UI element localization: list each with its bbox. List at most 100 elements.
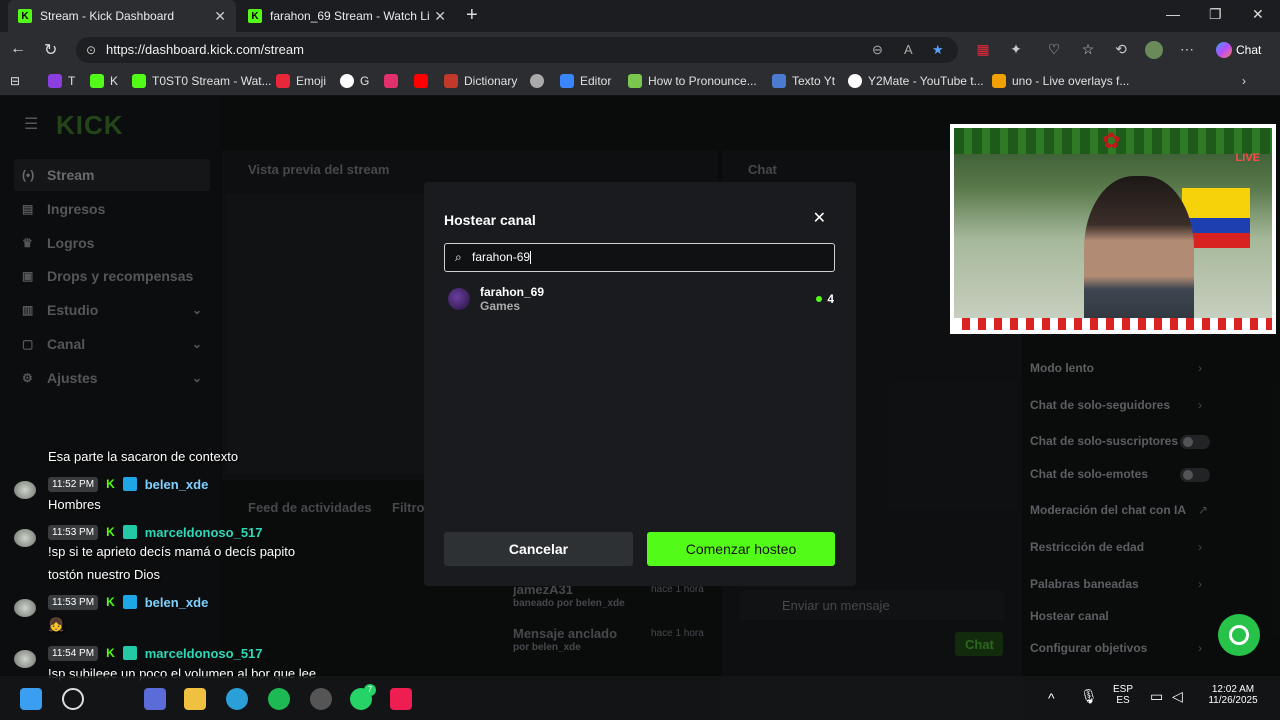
dictionary-icon — [444, 74, 458, 88]
chat-message: tostón nuestro Dios — [48, 567, 161, 582]
chat-message: Hombres — [48, 497, 101, 512]
pronounce-icon — [628, 74, 642, 88]
performance-icon[interactable]: ♡ — [1045, 41, 1063, 59]
read-aloud-icon[interactable]: A — [904, 37, 913, 63]
zoom-icon[interactable]: ⊖ — [872, 37, 883, 63]
bookmark-item[interactable]: Texto Yt — [772, 74, 835, 88]
chat-username[interactable]: belen_xde — [145, 477, 209, 492]
minimize-icon[interactable]: — — [1166, 6, 1180, 22]
bookmark-item[interactable]: uno - Live overlays f... — [992, 74, 1129, 88]
uno-icon — [992, 74, 1006, 88]
new-tab-icon[interactable]: + — [466, 4, 478, 27]
tiktok-icon[interactable] — [390, 688, 412, 710]
result-category: Games — [480, 299, 521, 313]
bookmark-item[interactable]: T0ST0 Stream - Wat... — [132, 74, 272, 88]
spotify-icon[interactable] — [268, 688, 290, 710]
favorites-icon[interactable]: ☆ — [1079, 41, 1097, 59]
kick-favicon-icon: K — [248, 9, 262, 23]
favorite-star-icon[interactable]: ★ — [932, 37, 944, 63]
bookmark-label: T0ST0 Stream - Wat... — [152, 74, 272, 88]
close-window-icon[interactable]: ✕ — [1252, 6, 1264, 23]
bookmark-item[interactable]: T — [48, 74, 75, 88]
gift-badge-icon — [122, 525, 137, 539]
bookmark-label: Emoji — [296, 74, 327, 88]
history-icon[interactable]: ⟲ — [1112, 41, 1130, 59]
profile-avatar[interactable] — [1145, 41, 1163, 59]
viewer-count: 4 — [827, 292, 834, 306]
kick-badge-icon: K — [106, 595, 115, 609]
bookmark-item[interactable]: K — [90, 74, 118, 88]
microphone-icon[interactable]: 🎙 — [1080, 688, 1098, 705]
start-icon[interactable] — [20, 688, 42, 710]
timestamp: 11:52 PM — [48, 476, 99, 492]
site-info-icon[interactable]: ⊙ — [86, 37, 96, 63]
clock-time: 12:02 AM — [1211, 684, 1255, 695]
candy-border — [954, 318, 1272, 330]
close-icon[interactable]: ✕ — [813, 208, 826, 228]
bookmark-label: Dictionary — [464, 74, 518, 88]
chat-username[interactable]: marceldonoso_517 — [145, 646, 263, 661]
extensions-puzzle-icon[interactable]: ✦ — [1007, 41, 1025, 59]
chat-message-header: 11:52 PM K belen_xde — [48, 474, 208, 494]
chat-username[interactable]: marceldonoso_517 — [145, 525, 263, 540]
channel-search-input[interactable]: farahon-69 — [444, 243, 835, 272]
language-indicator[interactable]: ESP ES — [1110, 684, 1136, 706]
tab-farahon-stream[interactable]: K farahon_69 Stream - Watch Live o ✕ — [238, 0, 456, 32]
timestamp: 11:54 PM — [48, 645, 99, 661]
file-explorer-icon[interactable] — [184, 688, 206, 710]
live-label: LIVE — [1235, 152, 1260, 164]
timestamp: 11:53 PM — [48, 524, 99, 540]
bookmark-label: Editor — [580, 74, 612, 88]
search-taskbar-icon[interactable] — [62, 688, 84, 710]
bookmark-item[interactable]: Emoji — [276, 74, 326, 88]
more-menu-icon[interactable]: ⋯ — [1178, 41, 1196, 59]
back-icon[interactable]: ← — [10, 40, 26, 58]
maximize-icon[interactable]: ❐ — [1209, 6, 1222, 23]
network-icon[interactable]: ▭ — [1150, 688, 1163, 705]
bookmark-item[interactable] — [414, 74, 434, 88]
avatar — [448, 288, 470, 310]
emoji-site-icon — [276, 74, 290, 88]
volume-icon[interactable]: ◁ — [1172, 688, 1183, 705]
bookmark-item[interactable]: Editor — [560, 74, 611, 88]
close-tab-icon[interactable]: ✕ — [434, 8, 446, 25]
kick-badge-icon: K — [106, 477, 115, 491]
bookmark-item[interactable]: Dictionary — [444, 74, 517, 88]
bookmark-item[interactable] — [384, 74, 404, 88]
chevron-up-icon[interactable]: ^ — [1048, 690, 1055, 706]
refresh-icon[interactable]: ↻ — [44, 40, 57, 60]
bookmark-item[interactable]: How to Pronounce... — [628, 74, 757, 88]
language-code: ESP — [1112, 684, 1133, 695]
bookmark-item[interactable] — [530, 74, 550, 88]
editor-icon — [560, 74, 574, 88]
text-caret — [530, 251, 532, 265]
bookmark-item[interactable]: Y2Mate - YouTube t... — [848, 74, 984, 88]
kick-badge-icon: K — [106, 525, 115, 539]
more-bookmarks-icon[interactable]: › — [1242, 74, 1246, 88]
twitch-icon — [48, 74, 62, 88]
avatar — [14, 529, 36, 547]
google-icon — [340, 74, 354, 88]
url-bar[interactable]: ⊙ https://dashboard.kick.com/stream ⊖ A … — [76, 37, 958, 63]
obs-icon[interactable] — [310, 688, 332, 710]
bookmark-item[interactable]: G — [340, 74, 369, 88]
support-chat-button[interactable] — [1218, 614, 1260, 656]
timestamp: 11:53 PM — [48, 594, 99, 610]
avatar — [14, 650, 36, 668]
channel-result-item[interactable]: farahon_69 Games 4 — [448, 285, 836, 313]
start-hosting-button[interactable]: Comenzar hosteo — [647, 532, 835, 566]
tab-label: Stream - Kick Dashboard — [40, 9, 175, 23]
whatsapp-badge: 7 — [364, 684, 376, 696]
close-tab-icon[interactable]: ✕ — [214, 8, 226, 25]
cancel-button[interactable]: Cancelar — [444, 532, 633, 566]
edge-icon[interactable] — [226, 688, 248, 710]
app-icon[interactable] — [144, 688, 166, 710]
bookmark-label: G — [360, 74, 370, 88]
clock[interactable]: 12:02 AM 11/26/2025 — [1200, 684, 1266, 706]
reading-list-icon[interactable]: ⊟ — [10, 74, 20, 88]
keyboard-code: ES — [1116, 695, 1130, 706]
copilot-chat-button[interactable]: Chat — [1210, 37, 1274, 63]
extension-icon[interactable]: ▦ — [974, 41, 992, 59]
tab-kick-dashboard[interactable]: K Stream - Kick Dashboard ✕ — [8, 0, 236, 32]
chat-username[interactable]: belen_xde — [145, 595, 209, 610]
